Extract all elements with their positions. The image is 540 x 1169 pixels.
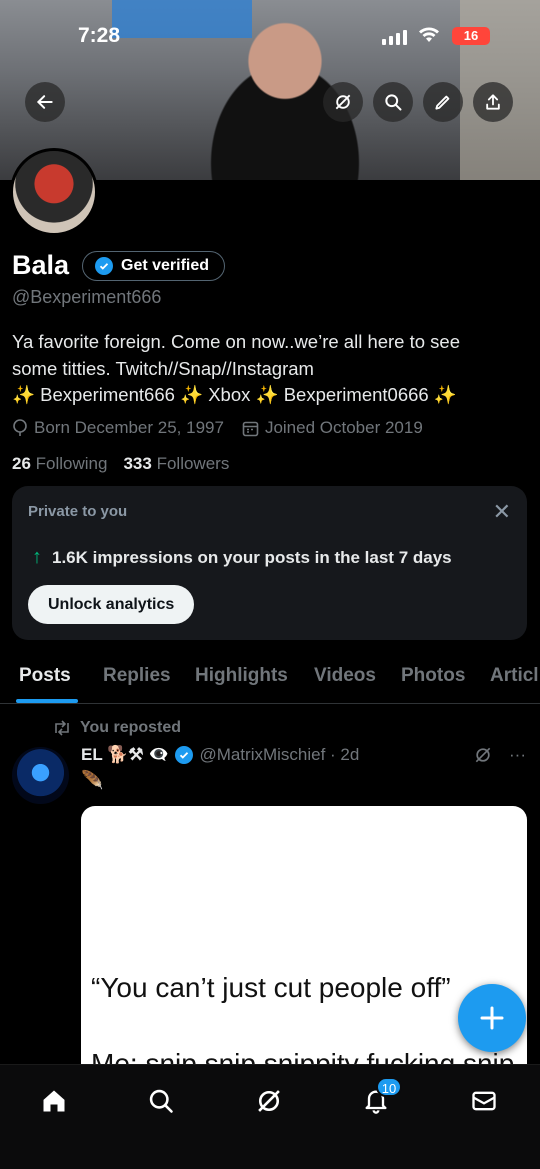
get-verified-label: Get verified xyxy=(121,257,210,274)
signal-icon xyxy=(382,30,407,45)
bio-line: ✨ Bexperiment666 ✨ Xbox ✨ Bexperiment066… xyxy=(12,384,457,405)
profile-avatar[interactable] xyxy=(10,148,98,236)
nav-home[interactable] xyxy=(34,1081,74,1121)
follow-stats: 26 Following 333 Followers xyxy=(12,454,229,474)
repost-icon xyxy=(55,720,69,736)
search-button[interactable] xyxy=(373,82,413,122)
nav-notifications[interactable]: 10 xyxy=(356,1077,402,1121)
birthdate: Born December 25, 1997 xyxy=(34,418,224,437)
tab-highlights[interactable]: Highlights xyxy=(195,665,288,687)
calendar-icon xyxy=(242,421,259,436)
bio-line: some titties. Twitch//Snap//Instagram xyxy=(12,357,314,379)
edit-button[interactable] xyxy=(423,82,463,122)
post-author-name[interactable]: EL 🐕⚒ 👁‍🗨 xyxy=(81,745,169,765)
grok-button[interactable] xyxy=(323,82,363,122)
status-bar: 7:28 16 xyxy=(0,24,540,50)
tab-articles[interactable]: Articl xyxy=(490,665,539,687)
search-icon xyxy=(385,94,402,111)
share-icon xyxy=(486,94,500,110)
post-author-avatar[interactable] xyxy=(12,747,69,804)
card-title: Private to you xyxy=(28,503,128,520)
verified-badge-icon xyxy=(175,746,194,764)
grok-icon[interactable] xyxy=(473,745,493,765)
close-icon[interactable]: ✕ xyxy=(493,499,511,525)
repost-indicator: You reposted xyxy=(52,719,181,737)
balloon-icon xyxy=(13,419,27,436)
pencil-icon xyxy=(435,95,450,110)
nav-search[interactable] xyxy=(141,1081,181,1121)
post-handle-time: @MatrixMischief · 2d xyxy=(199,745,360,764)
analytics-card: Private to you ✕ ↑ 1.6K impressions on y… xyxy=(12,486,527,640)
post-text: 🪶 xyxy=(81,770,104,790)
post-header: EL 🐕⚒ 👁‍🗨 @MatrixMischief · 2d xyxy=(81,745,359,765)
mail-icon xyxy=(472,1091,496,1111)
post-actions: ··· xyxy=(473,745,526,765)
wifi-icon xyxy=(418,26,440,49)
status-time: 7:28 xyxy=(78,24,121,47)
search-icon xyxy=(149,1089,173,1113)
nav-messages[interactable] xyxy=(464,1081,504,1121)
notification-badge: 10 xyxy=(376,1077,402,1097)
home-icon xyxy=(43,1090,65,1112)
profile-handle: @Bexperiment666 xyxy=(12,287,162,307)
grok-icon xyxy=(258,1090,280,1112)
grok-icon xyxy=(335,94,351,110)
impressions-row: ↑ 1.6K impressions on your posts in the … xyxy=(32,546,452,569)
tab-posts[interactable]: Posts xyxy=(19,665,71,687)
profile-tabs: Posts Replies Highlights Videos Photos A… xyxy=(0,656,540,704)
compose-button[interactable] xyxy=(458,984,526,1052)
bottom-nav: 10 xyxy=(0,1064,540,1169)
arrow-left-icon xyxy=(36,95,53,109)
media-text-line: “You can’t just cut people off” xyxy=(91,972,451,1003)
battery-indicator: 16 xyxy=(452,27,490,45)
tab-replies[interactable]: Replies xyxy=(103,665,171,687)
followers-link[interactable]: 333 Followers xyxy=(123,454,229,474)
arrow-up-icon: ↑ xyxy=(32,546,42,568)
impressions-text: 1.6K impressions on your posts in the la… xyxy=(52,547,452,567)
tab-photos[interactable]: Photos xyxy=(401,665,465,687)
active-tab-indicator xyxy=(16,699,78,703)
verified-badge-icon xyxy=(95,257,113,275)
plus-icon xyxy=(480,1006,504,1030)
join-date: Joined October 2019 xyxy=(264,418,423,437)
profile-bio: Ya favorite foreign. Come on now..we’re … xyxy=(12,329,522,409)
more-options-icon[interactable]: ··· xyxy=(509,745,526,765)
repost-label: You reposted xyxy=(80,719,182,736)
get-verified-button[interactable]: Get verified xyxy=(82,251,226,281)
back-button[interactable] xyxy=(25,82,65,122)
nav-grok[interactable] xyxy=(249,1081,289,1121)
share-button[interactable] xyxy=(473,82,513,122)
following-link[interactable]: 26 Following xyxy=(12,454,107,474)
unlock-analytics-button[interactable]: Unlock analytics xyxy=(28,585,195,624)
profile-name: Bala xyxy=(12,250,70,280)
bio-line: Ya favorite foreign. Come on now..we’re … xyxy=(12,331,461,352)
profile-meta: Born December 25, 1997 Joined October 20… xyxy=(12,418,423,438)
tab-videos[interactable]: Videos xyxy=(314,665,376,687)
